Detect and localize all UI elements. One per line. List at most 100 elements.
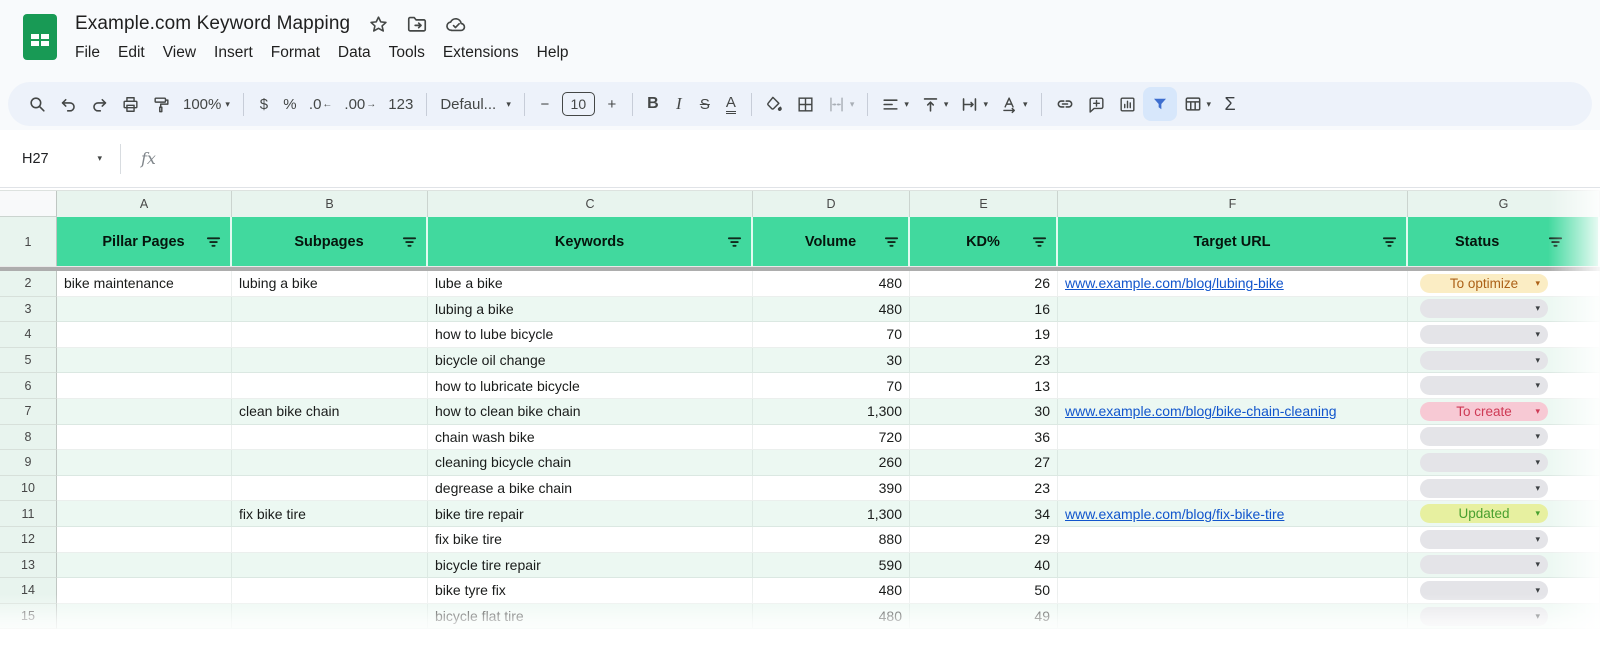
grid-cell[interactable]	[232, 322, 428, 348]
grid-cell[interactable]	[1058, 425, 1408, 451]
grid-cell[interactable]: bicycle tire repair	[428, 553, 753, 579]
row-number[interactable]: 1	[0, 217, 57, 266]
borders-button[interactable]	[790, 88, 821, 120]
insert-link-button[interactable]	[1049, 88, 1081, 120]
status-chip[interactable]: To create ▾	[1420, 402, 1548, 421]
grid-cell[interactable]	[232, 553, 428, 579]
status-chip[interactable]: ▾	[1420, 607, 1548, 626]
grid-cell[interactable]: 30	[753, 348, 910, 374]
filter-icon[interactable]	[1382, 235, 1397, 253]
filter-icon[interactable]	[1032, 235, 1047, 253]
decrease-font-size-button[interactable]: −	[532, 88, 558, 120]
more-formats-button[interactable]: 123	[382, 88, 419, 120]
grid-cell[interactable]: 23	[910, 348, 1058, 374]
grid-cell[interactable]: bike tyre fix	[428, 578, 753, 604]
grid-cell[interactable]: 480	[753, 271, 910, 297]
menu-file[interactable]: File	[66, 42, 109, 64]
target-url-link[interactable]: www.example.com/blog/lubing-bike	[1065, 275, 1284, 291]
row-number[interactable]: 15	[0, 604, 57, 630]
increase-font-size-button[interactable]: +	[599, 88, 625, 120]
fill-color-button[interactable]	[759, 88, 790, 120]
header-kd[interactable]: KD%	[910, 217, 1058, 266]
grid-cell[interactable]: bike maintenance	[57, 271, 232, 297]
row-number[interactable]: 5	[0, 348, 57, 374]
menu-extensions[interactable]: Extensions	[434, 42, 528, 64]
grid-cell[interactable]	[57, 604, 232, 630]
document-title[interactable]: Example.com Keyword Mapping	[75, 13, 350, 35]
grid-cell[interactable]: how to clean bike chain	[428, 399, 753, 425]
grid-cell[interactable]: ▾	[1408, 578, 1600, 604]
grid-cell[interactable]: ▾	[1408, 604, 1600, 630]
grid-cell[interactable]	[232, 348, 428, 374]
row-number[interactable]: 12	[0, 527, 57, 553]
italic-button[interactable]: I	[666, 88, 692, 120]
grid-cell[interactable]: lubing a bike	[232, 271, 428, 297]
grid-cell[interactable]	[1058, 604, 1408, 630]
grid-cell[interactable]: fix bike tire	[232, 501, 428, 527]
grid-cell[interactable]	[1058, 578, 1408, 604]
grid-cell[interactable]: www.example.com/blog/bike-chain-cleaning	[1058, 399, 1408, 425]
status-chip[interactable]: ▾	[1420, 427, 1548, 446]
paint-format-button[interactable]	[146, 88, 177, 120]
merge-cells-button[interactable]: ▾	[821, 88, 861, 120]
grid-cell[interactable]: bicycle flat tire	[428, 604, 753, 630]
grid-cell[interactable]: 50	[910, 578, 1058, 604]
grid-cell[interactable]: 480	[753, 578, 910, 604]
filter-icon[interactable]	[206, 235, 221, 253]
font-select[interactable]: Defaul... ▾	[434, 88, 517, 120]
grid-cell[interactable]	[57, 322, 232, 348]
currency-button[interactable]: $	[251, 88, 277, 120]
undo-button[interactable]	[53, 88, 84, 120]
grid-cell[interactable]: 1,300	[753, 501, 910, 527]
grid-cell[interactable]	[232, 578, 428, 604]
grid-cell[interactable]: 880	[753, 527, 910, 553]
filter-icon[interactable]	[1548, 235, 1563, 253]
star-icon[interactable]	[367, 13, 389, 35]
grid-cell[interactable]	[232, 476, 428, 502]
grid-cell[interactable]: 34	[910, 501, 1058, 527]
grid-cell[interactable]: To create ▾	[1408, 399, 1600, 425]
search-button[interactable]	[22, 88, 53, 120]
target-url-link[interactable]: www.example.com/blog/fix-bike-tire	[1065, 506, 1284, 522]
bold-button[interactable]: B	[640, 88, 666, 120]
header-keywords[interactable]: Keywords	[428, 217, 753, 266]
print-button[interactable]	[115, 88, 146, 120]
text-color-button[interactable]: A	[718, 88, 744, 120]
row-number[interactable]: 2	[0, 271, 57, 297]
grid-cell[interactable]	[232, 450, 428, 476]
menu-view[interactable]: View	[154, 42, 205, 64]
grid-cell[interactable]	[232, 373, 428, 399]
grid-cell[interactable]: degrease a bike chain	[428, 476, 753, 502]
header-status[interactable]: Status	[1408, 217, 1600, 266]
grid-cell[interactable]: 19	[910, 322, 1058, 348]
status-chip[interactable]: ▾	[1420, 555, 1548, 574]
grid-cell[interactable]: ▾	[1408, 348, 1600, 374]
grid-cell[interactable]: 590	[753, 553, 910, 579]
row-number[interactable]: 7	[0, 399, 57, 425]
status-chip[interactable]: ▾	[1420, 325, 1548, 344]
grid-cell[interactable]	[57, 348, 232, 374]
grid-cell[interactable]	[1058, 527, 1408, 553]
grid-cell[interactable]: how to lubricate bicycle	[428, 373, 753, 399]
grid-cell[interactable]: clean bike chain	[232, 399, 428, 425]
grid-cell[interactable]: 49	[910, 604, 1058, 630]
grid-cell[interactable]: 27	[910, 450, 1058, 476]
functions-button[interactable]: Σ	[1217, 88, 1243, 120]
grid-cell[interactable]	[1058, 297, 1408, 323]
status-chip[interactable]: Updated ▾	[1420, 504, 1548, 523]
grid-cell[interactable]: chain wash bike	[428, 425, 753, 451]
grid-cell[interactable]: 26	[910, 271, 1058, 297]
grid-cell[interactable]: ▾	[1408, 527, 1600, 553]
grid-cell[interactable]	[57, 501, 232, 527]
row-number[interactable]: 3	[0, 297, 57, 323]
grid-cell[interactable]: bike tire repair	[428, 501, 753, 527]
status-chip[interactable]: ▾	[1420, 479, 1548, 498]
grid-cell[interactable]	[232, 425, 428, 451]
insert-chart-button[interactable]	[1112, 88, 1143, 120]
row-number[interactable]: 10	[0, 476, 57, 502]
select-all-corner[interactable]	[0, 191, 57, 217]
grid-cell[interactable]: ▾	[1408, 322, 1600, 348]
column-header-c[interactable]: C	[428, 191, 753, 217]
grid-cell[interactable]: lube a bike	[428, 271, 753, 297]
status-chip[interactable]: ▾	[1420, 581, 1548, 600]
